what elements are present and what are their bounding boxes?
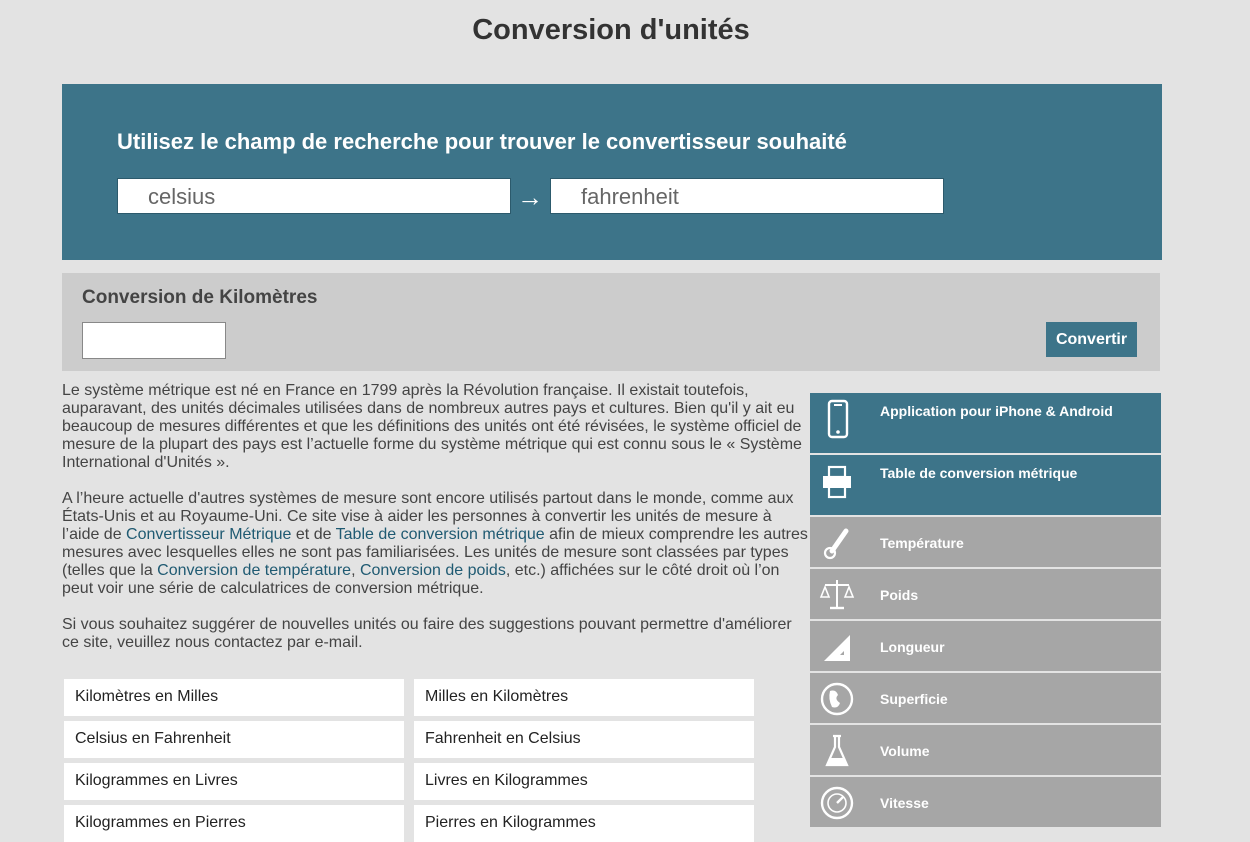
phone-icon [818, 399, 856, 444]
weight-conversion-link[interactable]: Conversion de poids [360, 562, 506, 579]
sidebar-item-speed[interactable]: Vitesse [810, 777, 1161, 827]
flask-icon [818, 731, 856, 774]
sidebar-item-label: Superficie [880, 691, 948, 707]
intro-text: Le système métrique est né en France en … [62, 382, 810, 670]
conversion-link[interactable]: Livres en Kilogrammes [414, 763, 754, 800]
converter-title: Conversion de Kilomètres [82, 287, 318, 308]
sidebar-item-weight[interactable]: Poids [810, 569, 1161, 619]
sidebar-item-volume[interactable]: Volume [810, 725, 1161, 775]
sidebar-item-label: Poids [880, 587, 919, 603]
globe-icon [818, 679, 856, 722]
conversion-link[interactable]: Kilogrammes en Livres [64, 763, 404, 800]
kilometers-input[interactable] [82, 322, 226, 359]
sidebar-item-label: Vitesse [880, 795, 929, 811]
sidebar-item-label: Longueur [880, 639, 945, 655]
conversion-link[interactable]: Fahrenheit en Celsius [414, 721, 754, 758]
search-heading: Utilisez le champ de recherche pour trou… [117, 129, 847, 154]
sidebar-item-label: Table de conversion métrique [880, 465, 1078, 481]
text-fragment: et de [291, 526, 336, 543]
conversion-link[interactable]: Milles en Kilomètres [414, 679, 754, 716]
metric-table-link[interactable]: Table de conversion métrique [336, 526, 545, 543]
sidebar-item-temperature[interactable]: Température [810, 517, 1161, 567]
conversion-link[interactable]: Kilogrammes en Pierres [64, 805, 404, 842]
arrow-icon: → [517, 182, 543, 212]
search-from-input[interactable]: celsius [117, 178, 511, 214]
search-panel: Utilisez le champ de recherche pour trou… [62, 84, 1162, 260]
printer-icon [818, 463, 856, 508]
ruler-icon [818, 627, 856, 670]
intro-paragraph-3: Si vous souhaitez suggérer de nouvelles … [62, 616, 792, 651]
sidebar-item-area[interactable]: Superficie [810, 673, 1161, 723]
text-fragment: , [351, 562, 360, 579]
conversion-link[interactable]: Kilomètres en Milles [64, 679, 404, 716]
conversion-link[interactable]: Pierres en Kilogrammes [414, 805, 754, 842]
temperature-conversion-link[interactable]: Conversion de température [157, 562, 351, 579]
intro-paragraph-1: Le système métrique est né en France en … [62, 382, 802, 471]
search-to-input[interactable]: fahrenheit [550, 178, 944, 214]
metric-converter-link[interactable]: Convertisseur Métrique [126, 526, 291, 543]
scale-icon [818, 575, 856, 618]
sidebar-item-length[interactable]: Longueur [810, 621, 1161, 671]
converter-box: Conversion de Kilomètres Convertir [62, 273, 1160, 371]
thermometer-icon [818, 523, 856, 566]
convert-button[interactable]: Convertir [1046, 322, 1137, 357]
sidebar-item-metric-table[interactable]: Table de conversion métrique [810, 455, 1161, 515]
conversion-link[interactable]: Celsius en Fahrenheit [64, 721, 404, 758]
sidebar-item-label: Application pour iPhone & Android [880, 403, 1113, 419]
page-title: Conversion d'unités [472, 14, 750, 46]
speedometer-icon [818, 783, 856, 826]
sidebar-item-label: Température [880, 535, 964, 551]
sidebar-item-app[interactable]: Application pour iPhone & Android [810, 393, 1161, 453]
intro-paragraph-2: A l’heure actuelle d'autres systèmes de … [62, 490, 810, 598]
sidebar-item-label: Volume [880, 743, 930, 759]
